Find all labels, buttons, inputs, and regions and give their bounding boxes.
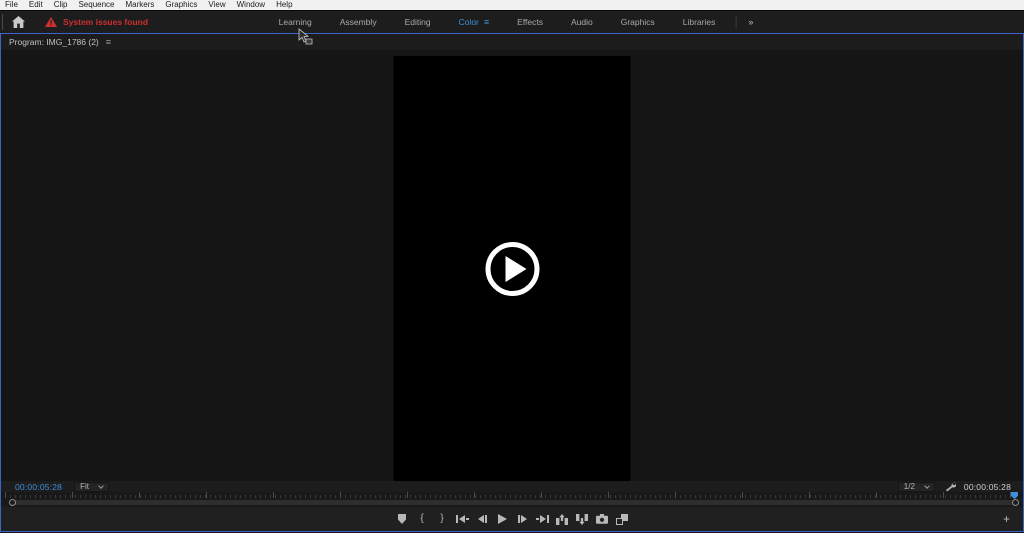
go-to-out-icon	[540, 515, 546, 523]
zoom-scrollbar-left-handle[interactable]	[9, 499, 16, 506]
menu-window[interactable]: Window	[237, 0, 265, 10]
chevron-down-icon	[924, 483, 930, 489]
header-divider	[2, 14, 3, 30]
mark-out-icon: }	[440, 514, 443, 524]
step-forward-icon	[521, 515, 527, 523]
duration-timecode: 00:00:05:28	[964, 482, 1011, 492]
go-to-out-icon	[547, 515, 549, 523]
menu-view[interactable]: View	[208, 0, 225, 10]
workspace-overflow-button[interactable]: »	[742, 17, 759, 27]
play-overlay-icon	[505, 256, 526, 282]
ruler-major-ticks	[5, 492, 1019, 498]
workspace-tab-audio[interactable]: Audio	[557, 11, 607, 33]
app-header: System issues found Learning Assembly Ed…	[0, 11, 1024, 33]
workspace-tab-assembly[interactable]: Assembly	[326, 11, 391, 33]
comparison-view-button[interactable]	[616, 511, 629, 527]
monitor-controls-row: 00:00:05:28 Fit 1/2 00:00:05:28	[1, 481, 1023, 492]
zoom-scrollbar-right-handle[interactable]	[1012, 499, 1019, 506]
play-overlay-button[interactable]	[485, 242, 539, 296]
chevron-down-icon	[98, 483, 104, 489]
lift-button[interactable]	[556, 511, 569, 527]
home-icon	[12, 16, 25, 28]
go-to-in-button[interactable]	[456, 511, 469, 527]
workspace-tab-label: Effects	[517, 17, 543, 27]
menu-help[interactable]: Help	[276, 0, 292, 10]
step-back-icon	[485, 515, 487, 523]
go-to-in-icon	[456, 515, 458, 523]
workspace-tab-label: Assembly	[340, 17, 377, 27]
system-issues-label: System issues found	[63, 17, 148, 27]
app-menu-bar: File Edit Clip Sequence Markers Graphics…	[0, 0, 1024, 11]
workspace-overflow-divider	[735, 16, 736, 29]
menu-graphics[interactable]: Graphics	[165, 0, 197, 10]
zoom-level-value: Fit	[80, 482, 89, 491]
transport-controls: { }	[1, 507, 1023, 531]
workspace-menu-icon[interactable]: ≡	[484, 17, 489, 27]
workspace-tab-label: Color	[459, 17, 479, 27]
workspace-tab-label: Graphics	[621, 17, 655, 27]
system-issues-button[interactable]: System issues found	[45, 17, 148, 27]
step-back-button[interactable]	[476, 511, 489, 527]
workspace-tab-libraries[interactable]: Libraries	[669, 11, 730, 33]
step-forward-icon	[518, 515, 520, 523]
camera-icon	[596, 514, 608, 524]
export-frame-button[interactable]	[596, 511, 609, 527]
play-button[interactable]	[496, 511, 509, 527]
menu-edit[interactable]: Edit	[29, 0, 43, 10]
position-timecode[interactable]: 00:00:05:28	[15, 482, 62, 492]
workspace-tab-color[interactable]: Color ≡	[445, 11, 504, 33]
step-forward-button[interactable]	[516, 511, 529, 527]
extract-button[interactable]	[576, 511, 589, 527]
home-button[interactable]	[7, 13, 29, 31]
menu-clip[interactable]: Clip	[54, 0, 68, 10]
playback-resolution-value: 1/2	[904, 482, 915, 491]
add-marker-button[interactable]	[396, 511, 409, 527]
button-editor-button[interactable]: +	[1003, 512, 1010, 526]
mark-out-button[interactable]: }	[436, 511, 449, 527]
workspace-tab-learning[interactable]: Learning	[265, 11, 326, 33]
mark-in-icon: {	[420, 514, 423, 524]
workspace-tab-label: Libraries	[683, 17, 716, 27]
settings-button[interactable]	[945, 481, 956, 492]
go-to-out-icon	[536, 518, 539, 520]
mark-in-button[interactable]: {	[416, 511, 429, 527]
workspace-tab-graphics[interactable]: Graphics	[607, 11, 669, 33]
workspace-tab-label: Learning	[279, 17, 312, 27]
workspace-tab-label: Editing	[405, 17, 431, 27]
comparison-view-icon	[616, 514, 628, 525]
zoom-scrollbar[interactable]	[1, 499, 1023, 507]
warning-icon	[45, 17, 57, 27]
video-frame	[394, 56, 631, 481]
premiere-pro-window: File Edit Clip Sequence Markers Graphics…	[0, 0, 1024, 533]
workspace-tab-editing[interactable]: Editing	[391, 11, 445, 33]
marker-icon	[397, 514, 407, 524]
menu-sequence[interactable]: Sequence	[78, 0, 114, 10]
extract-icon	[576, 514, 588, 525]
program-monitor-panel: Program: IMG_1786 (2) ≡ 00:00:05:28 Fit …	[0, 33, 1024, 532]
zoom-level-select[interactable]: Fit	[74, 482, 109, 492]
workspace-tab-label: Audio	[571, 17, 593, 27]
step-back-icon	[478, 515, 484, 523]
play-icon	[498, 514, 507, 524]
playback-resolution-select[interactable]: 1/2	[898, 482, 935, 492]
go-to-out-button[interactable]	[536, 511, 549, 527]
workspace-tab-effects[interactable]: Effects	[503, 11, 557, 33]
program-panel-tab[interactable]: Program: IMG_1786 (2)	[9, 37, 99, 47]
menu-markers[interactable]: Markers	[126, 0, 155, 10]
mini-time-ruler[interactable]	[1, 492, 1023, 499]
go-to-in-icon	[466, 518, 469, 520]
program-monitor-viewport	[1, 50, 1023, 481]
menu-file[interactable]: File	[5, 0, 18, 10]
lift-icon	[556, 514, 568, 525]
zoom-scrollbar-track[interactable]	[11, 500, 1017, 505]
workspace-tab-bar: Learning Assembly Editing Color ≡ Effect…	[265, 11, 760, 33]
go-to-in-icon	[459, 515, 465, 523]
wrench-icon	[945, 481, 956, 492]
panel-menu-icon[interactable]: ≡	[106, 37, 111, 47]
program-panel-tab-bar: Program: IMG_1786 (2) ≡	[1, 34, 1023, 50]
